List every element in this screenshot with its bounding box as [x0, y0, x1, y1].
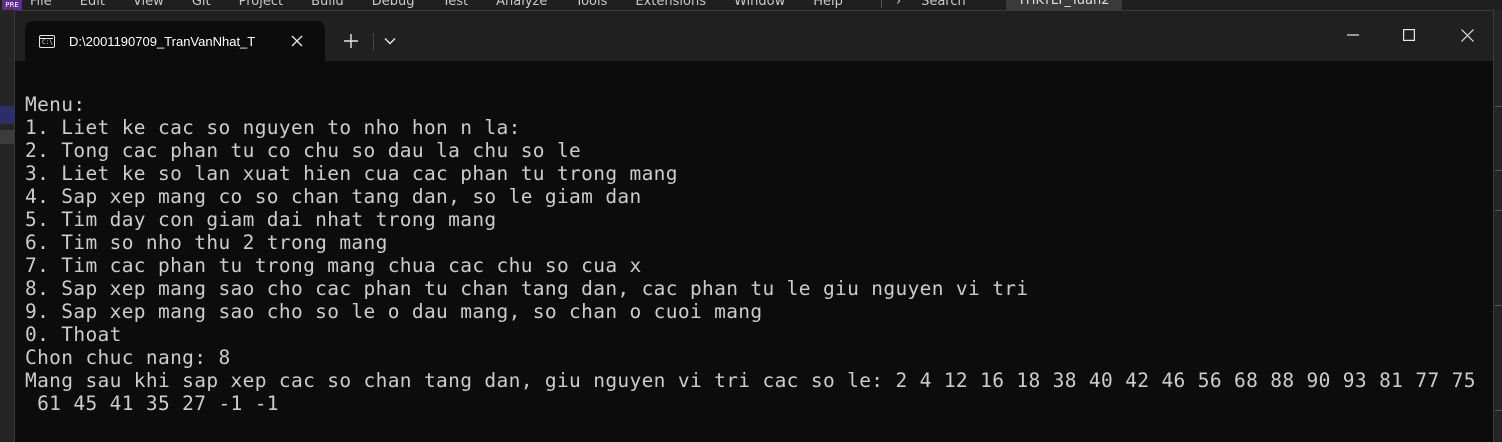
- menu-debug[interactable]: Debug: [372, 0, 415, 9]
- minimize-icon: [1347, 34, 1359, 36]
- console-output[interactable]: Menu: 1. Liet ke cac so nguyen to nho hon…: [25, 93, 1476, 415]
- ide-left-badge: [0, 106, 14, 124]
- console-line: 3. Liet ke so lan xuat hien cua cac phan…: [25, 162, 678, 185]
- menu-project[interactable]: Project: [239, 0, 283, 9]
- console-icon: C:\: [39, 34, 55, 48]
- console-line: 4. Sap xep mang co so chan tang dan, so …: [25, 185, 642, 208]
- plus-icon: [344, 34, 358, 48]
- console-line: 1. Liet ke cac so nguyen to nho hon n la…: [25, 116, 521, 139]
- console-line: 61 45 41 35 27 -1 -1: [25, 392, 279, 415]
- minimize-button[interactable]: [1330, 17, 1376, 53]
- console-line: 6. Tim so nho thu 2 trong mang: [25, 231, 388, 254]
- ide-right-panel: [1494, 10, 1502, 442]
- menu-build[interactable]: Build: [311, 0, 344, 9]
- ide-right-marker: [1495, 106, 1502, 107]
- tab-dropdown-button[interactable]: [378, 27, 402, 55]
- tab-close-button[interactable]: [283, 27, 311, 55]
- console-line: 8. Sap xep mang sao cho cac phan tu chan…: [25, 277, 1029, 300]
- console-line: 0. Thoat: [25, 323, 122, 346]
- ide-search[interactable]: › Search: [892, 0, 966, 9]
- project-name: THKTLT_Tuan2: [1005, 0, 1122, 10]
- tab-title: D:\2001190709_TranVanNhat_T: [69, 33, 256, 49]
- menu-analyze[interactable]: Analyze: [496, 0, 547, 9]
- console-line: 2. Tong cac phan tu co chu so dau la chu…: [25, 139, 582, 162]
- chevron-down-icon: [384, 38, 396, 45]
- maximize-icon: [1403, 29, 1415, 41]
- search-label: Search: [921, 0, 966, 9]
- ide-right-marker: [1495, 170, 1502, 171]
- close-window-button[interactable]: [1444, 17, 1490, 53]
- menu-view[interactable]: View: [133, 0, 164, 9]
- console-line: 5. Tim day con giam dai nhat trong mang: [25, 208, 497, 231]
- menu-separator: [880, 0, 882, 8]
- vs-logo-icon: PRE: [2, 0, 22, 10]
- console-line: Mang sau khi sap xep cac so chan tang da…: [25, 369, 1476, 392]
- ide-menubar: PRE File Edit View Git Project Build Deb…: [0, 0, 1502, 10]
- menu-git[interactable]: Git: [192, 0, 211, 9]
- terminal-titlebar[interactable]: C:\ D:\2001190709_TranVanNhat_T: [15, 11, 1493, 61]
- console-line: Menu:: [25, 93, 86, 116]
- search-icon: ›: [895, 0, 902, 9]
- console-line: Chon chuc nang: 8: [25, 346, 231, 369]
- menu-test[interactable]: Test: [443, 0, 469, 9]
- close-icon: [1460, 28, 1474, 42]
- terminal-window: C:\ D:\2001190709_TranVanNhat_T Menu: 1.…: [14, 10, 1494, 442]
- menu-help[interactable]: Help: [813, 0, 843, 9]
- menu-extensions[interactable]: Extensions: [635, 0, 706, 9]
- ide-right-marker: [1495, 410, 1502, 411]
- terminal-tab[interactable]: C:\ D:\2001190709_TranVanNhat_T: [25, 21, 325, 61]
- menu-file[interactable]: File: [30, 0, 52, 9]
- titlebar-separator: [373, 33, 374, 51]
- menu-edit[interactable]: Edit: [80, 0, 105, 9]
- ide-left-panel: [0, 10, 14, 442]
- maximize-button[interactable]: [1386, 17, 1432, 53]
- new-tab-button[interactable]: [337, 27, 365, 55]
- ide-left-button[interactable]: [0, 130, 14, 144]
- ide-right-marker: [1495, 210, 1502, 211]
- console-line: 9. Sap xep mang sao cho so le o dau mang…: [25, 300, 763, 323]
- ide-right-marker: [1495, 305, 1502, 306]
- close-icon: [291, 35, 303, 47]
- console-line: 7. Tim cac phan tu trong mang chua cac c…: [25, 254, 642, 277]
- menu-window[interactable]: Window: [734, 0, 785, 9]
- menu-tools[interactable]: Tools: [575, 0, 607, 9]
